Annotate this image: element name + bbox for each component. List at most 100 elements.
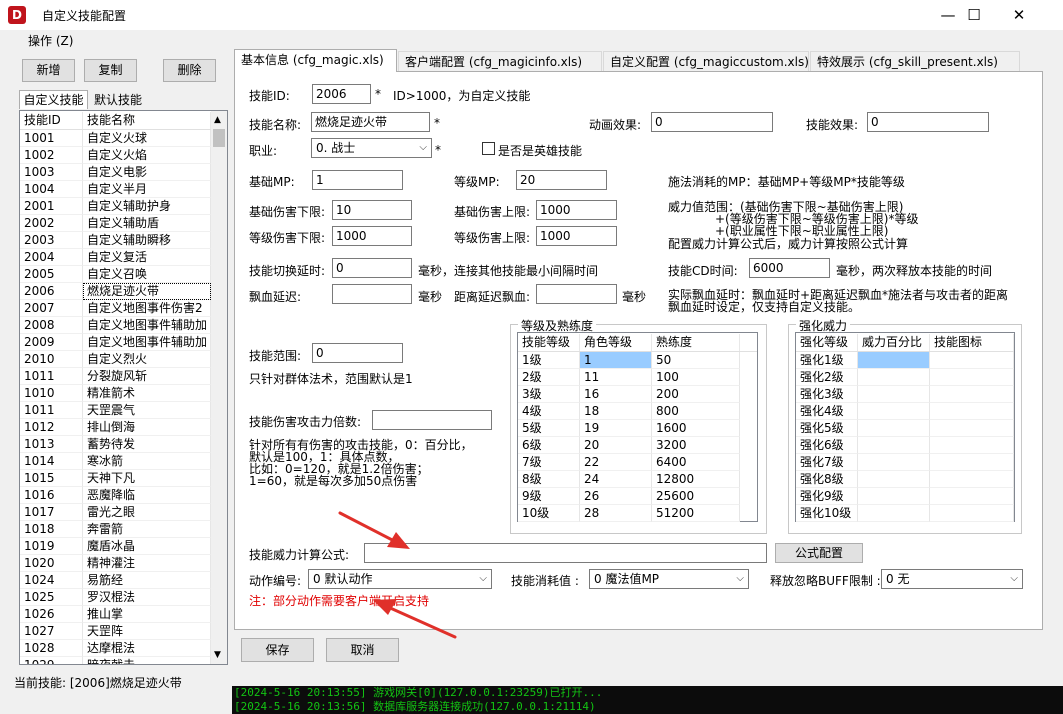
enhance-level-cell[interactable]: 强化7级 xyxy=(796,454,858,471)
proficiency-cell[interactable]: 25600 xyxy=(652,488,740,505)
proficiency-cell[interactable]: 51200 xyxy=(652,505,740,522)
skill-list-row[interactable]: 2010 自定义烈火 xyxy=(20,351,211,368)
level-dmg-low-input[interactable]: 1000 xyxy=(332,226,412,246)
level-dmg-high-input[interactable]: 1000 xyxy=(536,226,617,246)
skill-list-row[interactable]: 1028 达摩棍法 xyxy=(20,640,211,657)
level-row[interactable]: 5级 19 1600 xyxy=(518,420,757,437)
distance-delay-input[interactable] xyxy=(536,284,617,304)
enhance-level-cell[interactable]: 强化10级 xyxy=(796,505,858,522)
skill-list-row[interactable]: 1029 暗夜戟击 xyxy=(20,657,211,664)
skill-list-row[interactable]: 1001 自定义火球 xyxy=(20,130,211,147)
enhance-level-cell[interactable]: 强化6级 xyxy=(796,437,858,454)
skill-icon-cell[interactable] xyxy=(930,488,1014,505)
power-percent-cell[interactable] xyxy=(858,352,930,369)
delete-button[interactable]: 删除 xyxy=(163,59,216,82)
menu-operate[interactable]: 操作 (Z) xyxy=(28,32,73,49)
tab-basic-info[interactable]: 基本信息 (cfg_magic.xls) xyxy=(234,49,397,72)
tab-custom-config[interactable]: 自定义配置 (cfg_magiccustom.xls) xyxy=(603,51,809,71)
skill-list-row[interactable]: 2008 自定义地图事件辅助加 xyxy=(20,317,211,334)
skill-list-row[interactable]: 1019 魔盾冰晶 xyxy=(20,538,211,555)
enhance-level-cell[interactable]: 强化3级 xyxy=(796,386,858,403)
column-header[interactable]: 技能等级 xyxy=(518,334,580,351)
multiplier-input[interactable] xyxy=(372,410,492,430)
role-level-cell[interactable]: 26 xyxy=(580,488,652,505)
proficiency-cell[interactable]: 6400 xyxy=(652,454,740,471)
skill-icon-cell[interactable] xyxy=(930,505,1014,522)
skill-list-row[interactable]: 1016 恶魔降临 xyxy=(20,487,211,504)
cd-time-input[interactable]: 6000 xyxy=(749,258,830,278)
level-row[interactable]: 8级 24 12800 xyxy=(518,471,757,488)
skill-icon-cell[interactable] xyxy=(930,471,1014,488)
enhance-row[interactable]: 强化5级 xyxy=(796,420,1014,437)
column-header[interactable]: 技能ID xyxy=(20,112,83,129)
skill-list-row[interactable]: 1012 排山倒海 xyxy=(20,419,211,436)
enhance-row[interactable]: 强化8级 xyxy=(796,471,1014,488)
skill-id-input[interactable]: 2006 xyxy=(312,84,371,104)
skill-icon-cell[interactable] xyxy=(930,420,1014,437)
enhance-level-cell[interactable]: 强化5级 xyxy=(796,420,858,437)
skill-list-row[interactable]: 1003 自定义电影 xyxy=(20,164,211,181)
skill-list-row[interactable]: 2006 燃烧足迹火带 xyxy=(20,283,211,300)
enhance-level-cell[interactable]: 强化1级 xyxy=(796,352,858,369)
power-percent-cell[interactable] xyxy=(858,488,930,505)
range-input[interactable]: 0 xyxy=(312,343,403,363)
skill-list-scrollbar[interactable]: ▲ ▼ xyxy=(211,111,227,664)
skill-icon-cell[interactable] xyxy=(930,403,1014,420)
power-percent-cell[interactable] xyxy=(858,403,930,420)
column-header[interactable]: 熟练度 xyxy=(652,334,740,351)
column-header[interactable]: 技能图标 xyxy=(930,334,1014,351)
role-level-cell[interactable]: 20 xyxy=(580,437,652,454)
power-percent-cell[interactable] xyxy=(858,386,930,403)
scroll-down-icon[interactable]: ▼ xyxy=(214,650,221,660)
enhance-row[interactable]: 强化4级 xyxy=(796,403,1014,420)
skill-list-row[interactable]: 1017 雷光之眼 xyxy=(20,504,211,521)
skill-level-cell[interactable]: 10级 xyxy=(518,505,580,522)
enhance-row[interactable]: 强化2级 xyxy=(796,369,1014,386)
proficiency-cell[interactable]: 3200 xyxy=(652,437,740,454)
power-percent-cell[interactable] xyxy=(858,454,930,471)
skill-list-row[interactable]: 1004 自定义半月 xyxy=(20,181,211,198)
enhance-row[interactable]: 强化9级 xyxy=(796,488,1014,505)
skill-level-cell[interactable]: 8级 xyxy=(518,471,580,488)
tab-client-config[interactable]: 客户端配置 (cfg_magicinfo.xls) xyxy=(398,51,602,71)
enhance-row[interactable]: 强化3级 xyxy=(796,386,1014,403)
tab-default-skill[interactable]: 默认技能 xyxy=(89,92,147,109)
skill-icon-cell[interactable] xyxy=(930,437,1014,454)
skill-icon-cell[interactable] xyxy=(930,352,1014,369)
power-percent-cell[interactable] xyxy=(858,437,930,454)
tab-effect-display[interactable]: 特效展示 (cfg_skill_present.xls) xyxy=(810,51,1020,71)
level-mp-input[interactable]: 20 xyxy=(516,170,607,190)
skill-level-cell[interactable]: 3级 xyxy=(518,386,580,403)
role-level-cell[interactable]: 16 xyxy=(580,386,652,403)
blood-delay-input[interactable] xyxy=(332,284,412,304)
skill-list-row[interactable]: 1013 蓄势待发 xyxy=(20,436,211,453)
skill-list-row[interactable]: 1020 精神灌注 xyxy=(20,555,211,572)
enhance-level-cell[interactable]: 强化8级 xyxy=(796,471,858,488)
skill-level-cell[interactable]: 6级 xyxy=(518,437,580,454)
proficiency-cell[interactable]: 50 xyxy=(652,352,740,369)
job-select[interactable]: 0. 战士 ⌵ xyxy=(311,138,432,158)
scroll-up-icon[interactable]: ▲ xyxy=(214,115,221,125)
skill-list-row[interactable]: 2004 自定义复活 xyxy=(20,249,211,266)
hero-skill-checkbox[interactable] xyxy=(482,142,495,155)
switch-delay-input[interactable]: 0 xyxy=(332,258,412,278)
proficiency-cell[interactable]: 12800 xyxy=(652,471,740,488)
skill-effect-input[interactable]: 0 xyxy=(867,112,989,132)
skill-list-row[interactable]: 1018 奔雷箭 xyxy=(20,521,211,538)
skill-level-cell[interactable]: 5级 xyxy=(518,420,580,437)
skill-icon-cell[interactable] xyxy=(930,369,1014,386)
skill-icon-cell[interactable] xyxy=(930,454,1014,471)
proficiency-cell[interactable]: 100 xyxy=(652,369,740,386)
skill-list-row[interactable]: 1014 寒冰箭 xyxy=(20,453,211,470)
skill-list-row[interactable]: 2003 自定义辅助瞬移 xyxy=(20,232,211,249)
proficiency-cell[interactable]: 200 xyxy=(652,386,740,403)
column-header[interactable]: 威力百分比 xyxy=(858,334,930,351)
enhance-level-cell[interactable]: 强化9级 xyxy=(796,488,858,505)
level-row[interactable]: 1级 1 50 xyxy=(518,352,757,369)
copy-button[interactable]: 复制 xyxy=(84,59,137,82)
base-dmg-low-input[interactable]: 10 xyxy=(332,200,412,220)
role-level-cell[interactable]: 28 xyxy=(580,505,652,522)
skill-list-row[interactable]: 1010 精准箭术 xyxy=(20,385,211,402)
buff-limit-select[interactable]: 0 无 ⌵ xyxy=(881,569,1023,589)
enhance-row[interactable]: 强化10级 xyxy=(796,505,1014,522)
